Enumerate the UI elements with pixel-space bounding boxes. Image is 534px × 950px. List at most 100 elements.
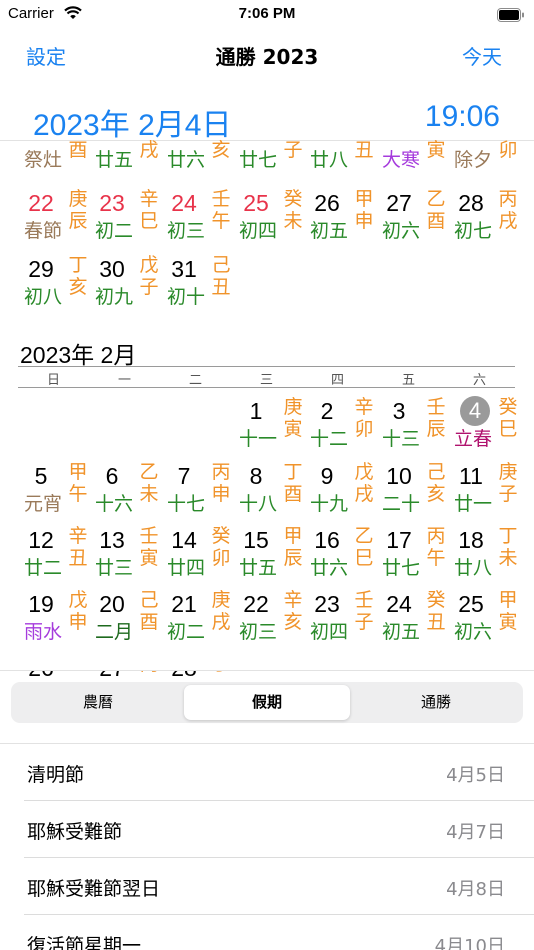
day-number: 3	[392, 398, 406, 424]
weekday-fri: 五	[401, 373, 415, 388]
day-cell[interactable]: 8 十八 丁酉	[233, 459, 305, 521]
day-cell[interactable]: 22 春節 庚辰	[18, 186, 90, 248]
day-cell[interactable]: 廿五戌	[89, 140, 161, 176]
day-cell[interactable]: 26 初五 甲申	[304, 186, 376, 248]
day-cell[interactable]: 24 初五 癸丑	[376, 587, 448, 649]
ganzhi-label: 卯	[498, 139, 518, 161]
day-cell[interactable]: 廿七子	[233, 140, 305, 176]
ganzhi-label: 戌	[139, 139, 159, 161]
ganzhi-label: 癸未	[283, 188, 303, 232]
lunar-date: 十三	[381, 428, 420, 450]
lunar-date: 廿五	[94, 149, 133, 171]
day-number: 6	[105, 463, 119, 489]
day-cell[interactable]: 16 廿六 乙巳	[304, 523, 376, 585]
lunar-date: 廿六	[166, 149, 205, 171]
day-cell[interactable]: 10 二十 己亥	[376, 459, 448, 521]
day-cell[interactable]: 28 初七 丙戌	[448, 186, 520, 248]
day-cell[interactable]: 2 十二 辛卯	[304, 394, 376, 456]
ganzhi-label: 乙未	[139, 461, 159, 505]
lunar-date: 初四	[238, 220, 277, 242]
lunar-date: 初六	[453, 621, 492, 643]
day-cell[interactable]: 25 初六 甲寅	[448, 587, 520, 649]
ganzhi-label: 乙巳	[354, 525, 374, 569]
lunar-date: 祭灶	[23, 149, 62, 171]
day-cell[interactable]: 15 廿五 甲辰	[233, 523, 305, 585]
day-cell[interactable]: 19 雨水 戊申	[18, 587, 90, 649]
day-cell[interactable]: 22 初三 辛亥	[233, 587, 305, 649]
ganzhi-label: 癸巳	[498, 396, 518, 440]
ganzhi-label: 亥	[211, 139, 231, 161]
today-cell[interactable]: 4 立春 癸巳	[448, 394, 520, 456]
day-number: 7	[177, 463, 191, 489]
divider	[0, 670, 534, 671]
lunar-date: 初六	[381, 220, 420, 242]
lunar-date: 大寒	[381, 149, 420, 171]
day-number: 11	[459, 463, 483, 489]
day-cell[interactable]: 廿六亥	[161, 140, 233, 176]
ganzhi-label: 壬寅	[139, 525, 159, 569]
day-cell[interactable]: 31 初十 己丑	[161, 252, 233, 314]
day-number: 24	[386, 591, 412, 617]
lunar-date: 初三	[238, 621, 277, 643]
tab-lunar[interactable]: 農曆	[15, 685, 181, 720]
lunar-date: 春節	[23, 220, 62, 242]
day-cell[interactable]: 20 二月 己酉	[89, 587, 161, 649]
ganzhi-label: 丁酉	[283, 461, 303, 505]
lunar-date: 初五	[381, 621, 420, 643]
holiday-row[interactable]: 耶穌受難節翌日 4月8日	[0, 858, 534, 915]
day-cell[interactable]: 24 初三 壬午	[161, 186, 233, 248]
day-cell[interactable]: 13 廿三 壬寅	[89, 523, 161, 585]
day-cell[interactable]: 30 初九 戊子	[89, 252, 161, 314]
day-number: 28	[458, 190, 484, 216]
day-cell[interactable]: 18 廿八 丁未	[448, 523, 520, 585]
ganzhi-label: 壬辰	[426, 396, 446, 440]
day-number: 12	[28, 527, 54, 553]
selected-date: 2023年 2月4日	[33, 109, 232, 142]
day-cell[interactable]: 5 元宵 甲午	[18, 459, 90, 521]
lunar-date: 元宵	[23, 493, 62, 515]
day-cell[interactable]: 14 廿四 癸卯	[161, 523, 233, 585]
day-number: 24	[171, 190, 197, 216]
day-number: 25	[458, 591, 484, 617]
holiday-row[interactable]: 清明節 4月5日	[0, 744, 534, 801]
ganzhi-label: 己亥	[426, 461, 446, 505]
lunar-date: 十九	[309, 493, 348, 515]
tab-holidays[interactable]: 假期	[184, 685, 350, 720]
day-cell[interactable]: 23 初四 壬子	[304, 587, 376, 649]
day-cell[interactable]: 23 初二 辛巳	[89, 186, 161, 248]
day-cell[interactable]: 1 十一 庚寅	[233, 394, 305, 456]
weekday-sun: 日	[46, 373, 60, 388]
ganzhi-label: 甲辰	[283, 525, 303, 569]
ganzhi-label: 丁亥	[68, 254, 88, 298]
day-cell[interactable]: 廿八丑	[304, 140, 376, 176]
day-cell[interactable]: 3 十三 壬辰	[376, 394, 448, 456]
holiday-name: 復活節星期一	[27, 935, 142, 950]
holiday-row[interactable]: 耶穌受難節 4月7日	[0, 801, 534, 858]
holiday-name: 耶穌受難節翌日	[27, 878, 161, 900]
day-cell[interactable]: 除夕卯	[448, 140, 520, 176]
day-cell[interactable]: 21 初二 庚戌	[161, 587, 233, 649]
day-cell[interactable]: 7 十七 丙申	[161, 459, 233, 521]
ganzhi-label: 辛亥	[283, 589, 303, 633]
day-cell[interactable]: 大寒寅	[376, 140, 448, 176]
ganzhi-label: 子	[283, 139, 303, 161]
holiday-row[interactable]: 復活節星期一 4月10日	[0, 915, 534, 950]
day-cell[interactable]: 29 初八 丁亥	[18, 252, 90, 314]
lunar-date: 立春	[453, 428, 492, 450]
day-cell[interactable]: 25 初四 癸未	[233, 186, 305, 248]
day-cell[interactable]: 27 初六 乙酉	[376, 186, 448, 248]
lunar-date: 廿一	[453, 493, 492, 515]
day-cell[interactable]: 17 廿七 丙午	[376, 523, 448, 585]
day-cell[interactable]: 11 廿一 庚子	[448, 459, 520, 521]
lunar-date: 初二	[166, 621, 205, 643]
ganzhi-label: 丑	[354, 139, 374, 161]
ganzhi-label: 庚戌	[211, 589, 231, 633]
day-cell[interactable]: 6 十六 乙未	[89, 459, 161, 521]
day-cell[interactable]: 祭灶酉	[18, 140, 90, 176]
day-cell[interactable]: 9 十九 戊戌	[304, 459, 376, 521]
ganzhi-label: 丁未	[498, 525, 518, 569]
lunar-date: 十一	[238, 428, 277, 450]
tab-almanac[interactable]: 通勝	[353, 685, 519, 720]
today-button[interactable]: 今天	[462, 41, 502, 70]
day-cell[interactable]: 12 廿二 辛丑	[18, 523, 90, 585]
